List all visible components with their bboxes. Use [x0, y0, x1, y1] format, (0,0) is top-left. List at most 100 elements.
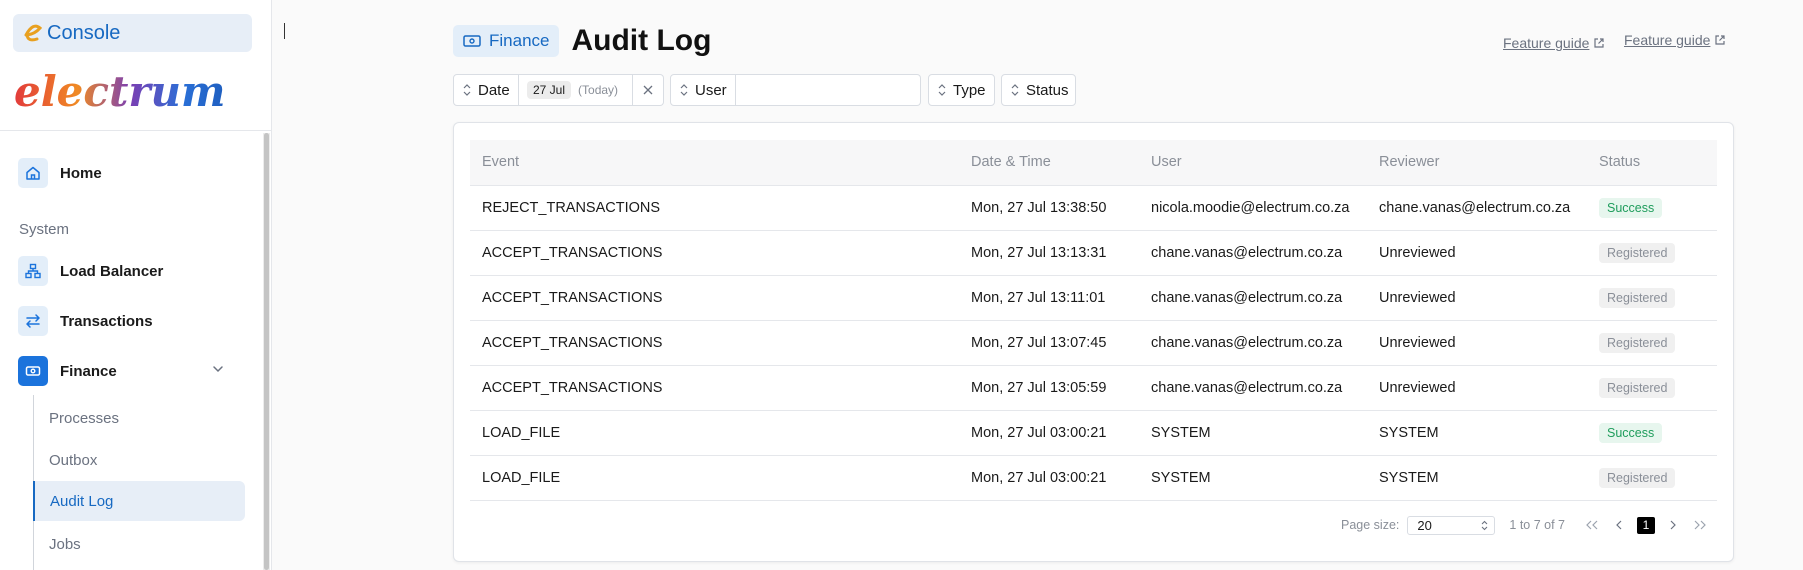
sort-icon — [680, 84, 688, 96]
cell-reviewer: Unreviewed — [1367, 230, 1587, 276]
cell-datetime: Mon, 27 Jul 13:13:31 — [959, 230, 1139, 276]
cell-user: chane.vanas@electrum.co.za — [1139, 365, 1367, 411]
status-badge: Registered — [1599, 287, 1676, 308]
electrum-e-icon — [24, 24, 43, 42]
sidebar-item-load-balancer[interactable]: Load Balancer — [18, 254, 243, 288]
date-chip: 27 Jul — [527, 81, 572, 99]
user-filter-input[interactable] — [736, 74, 921, 106]
chevron-down-icon[interactable] — [211, 362, 225, 376]
sidebar: Console electrum Home System Load Balanc… — [0, 0, 272, 570]
cell-event: ACCEPT_TRANSACTIONS — [470, 365, 959, 411]
console-label: Console — [47, 21, 121, 44]
table-row[interactable]: LOAD_FILE Mon, 27 Jul 03:00:21 SYSTEM SYSTE… — [470, 410, 1717, 456]
cell-reviewer: chane.vanas@electrum.co.za — [1367, 185, 1587, 231]
prev-page-button[interactable] — [1610, 520, 1628, 530]
page-size-label: Page size: — [1341, 518, 1400, 532]
cell-status: Registered — [1587, 365, 1717, 411]
sort-icon — [463, 84, 471, 96]
date-clear-button[interactable] — [633, 74, 664, 106]
cell-datetime: Mon, 27 Jul 13:38:50 — [959, 185, 1139, 231]
feature-guide-link-secondary[interactable]: Feature guide — [1624, 32, 1726, 48]
cell-status: Success — [1587, 185, 1717, 231]
cell-user: SYSTEM — [1139, 410, 1367, 456]
status-filter[interactable]: Status — [1001, 74, 1076, 106]
sidebar-item-jobs[interactable]: Jobs — [33, 524, 245, 564]
status-badge: Registered — [1599, 242, 1676, 263]
cell-user: chane.vanas@electrum.co.za — [1139, 275, 1367, 321]
filter-bar: Date 27 Jul (Today) User Type Status — [453, 74, 1076, 106]
sort-icon — [1011, 84, 1019, 96]
cell-event: REJECT_TRANSACTIONS — [470, 185, 959, 231]
status-badge: Success — [1599, 422, 1663, 443]
sidebar-item-label: Home — [60, 164, 102, 182]
status-badge: Registered — [1599, 377, 1676, 398]
pagination: Page size: 20 1 to 7 of 7 1 — [1341, 515, 1709, 535]
table-row[interactable]: ACCEPT_TRANSACTIONS Mon, 27 Jul 13:07:45 c… — [470, 320, 1717, 366]
cell-status: Registered — [1587, 320, 1717, 366]
date-filter-value[interactable]: 27 Jul (Today) — [519, 74, 633, 106]
cell-status: Registered — [1587, 455, 1717, 501]
cell-reviewer: SYSTEM — [1367, 455, 1587, 501]
sidebar-scrollbar-thumb[interactable] — [264, 133, 269, 570]
page-range: 1 to 7 of 7 — [1509, 518, 1565, 532]
sidebar-item-outbox[interactable]: Outbox — [33, 440, 245, 480]
sidebar-item-home[interactable]: Home — [18, 156, 243, 190]
badge-label: Finance — [489, 31, 550, 50]
page-size-value: 20 — [1417, 517, 1432, 533]
date-filter-label: Date — [478, 81, 510, 99]
audit-log-table: Event Date & Time User Reviewer Status R… — [470, 140, 1717, 501]
cell-event: ACCEPT_TRANSACTIONS — [470, 275, 959, 321]
cash-icon — [463, 35, 481, 47]
table-row[interactable]: ACCEPT_TRANSACTIONS Mon, 27 Jul 13:11:01 c… — [470, 275, 1717, 321]
column-header-status[interactable]: Status — [1587, 140, 1717, 186]
cash-icon — [18, 356, 48, 386]
column-header-event[interactable]: Event — [470, 140, 959, 186]
status-filter-label: Status — [1026, 81, 1069, 99]
sidebar-item-label: Finance — [60, 362, 117, 380]
cell-datetime: Mon, 27 Jul 13:11:01 — [959, 275, 1139, 321]
column-header-datetime[interactable]: Date & Time — [959, 140, 1139, 186]
external-link-icon — [1715, 35, 1726, 45]
svg-text:electrum: electrum — [14, 68, 225, 116]
cell-event: LOAD_FILE — [470, 455, 959, 501]
feature-guide-label: Feature guide — [1503, 35, 1590, 51]
table-row[interactable]: LOAD_FILE Mon, 27 Jul 03:00:21 SYSTEM SYSTE… — [470, 455, 1717, 501]
chevron-right-icon — [1670, 520, 1676, 530]
sidebar-item-label: Transactions — [60, 312, 153, 330]
cell-status: Registered — [1587, 230, 1717, 276]
cell-status: Success — [1587, 410, 1717, 456]
sidebar-item-finance[interactable]: Finance — [18, 354, 243, 388]
cell-reviewer: Unreviewed — [1367, 365, 1587, 411]
finance-badge: Finance — [453, 25, 560, 57]
console-button[interactable]: Console — [13, 14, 252, 52]
status-badge: Registered — [1599, 467, 1676, 488]
table-row[interactable]: ACCEPT_TRANSACTIONS Mon, 27 Jul 13:05:59 c… — [470, 365, 1717, 411]
last-page-button[interactable] — [1691, 520, 1709, 530]
next-page-button[interactable] — [1664, 520, 1682, 530]
sidebar-item-transactions[interactable]: Transactions — [18, 304, 243, 338]
text-cursor — [284, 23, 285, 39]
table-row[interactable]: ACCEPT_TRANSACTIONS Mon, 27 Jul 13:13:31 c… — [470, 230, 1717, 276]
page-number-current[interactable]: 1 — [1637, 516, 1655, 534]
page-title: Audit Log — [571, 24, 712, 57]
table-row[interactable]: REJECT_TRANSACTIONS Mon, 27 Jul 13:38:50 n… — [470, 185, 1717, 231]
user-filter-label: User — [695, 81, 727, 99]
feature-guide-link[interactable]: Feature guide — [1503, 35, 1605, 51]
sidebar-item-processes[interactable]: Processes — [33, 398, 245, 438]
column-header-reviewer[interactable]: Reviewer — [1367, 140, 1587, 186]
sidebar-item-audit-log[interactable]: Audit Log — [33, 481, 245, 521]
home-icon — [18, 158, 48, 188]
page-header: Finance Audit Log — [453, 24, 711, 58]
chevron-double-right-icon — [1694, 520, 1706, 530]
date-filter-sort[interactable]: Date — [453, 74, 519, 106]
column-header-user[interactable]: User — [1139, 140, 1367, 186]
arrows-swap-icon — [18, 306, 48, 336]
first-page-button[interactable] — [1583, 520, 1601, 530]
user-filter-sort[interactable]: User — [670, 74, 736, 106]
page-size-select[interactable]: 20 — [1407, 515, 1496, 535]
audit-log-card: Event Date & Time User Reviewer Status R… — [453, 122, 1734, 562]
cell-event: ACCEPT_TRANSACTIONS — [470, 230, 959, 276]
cell-event: ACCEPT_TRANSACTIONS — [470, 320, 959, 366]
type-filter[interactable]: Type — [928, 74, 995, 106]
sort-icon — [938, 84, 946, 96]
